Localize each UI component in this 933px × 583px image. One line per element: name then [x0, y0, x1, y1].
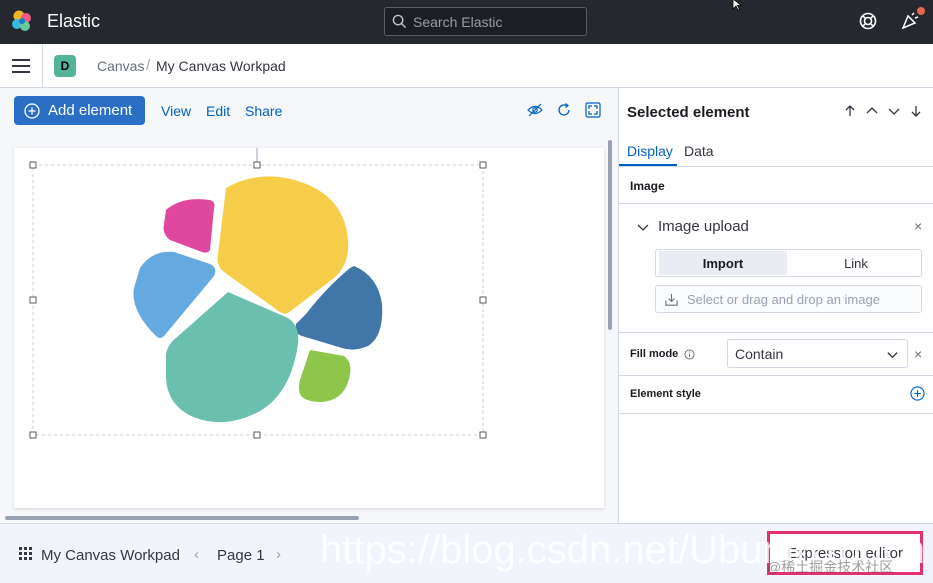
arrow-up-icon[interactable]: [843, 104, 857, 118]
help-icon[interactable]: [858, 11, 878, 31]
dropzone-text: Select or drag and drop an image: [687, 291, 880, 307]
canvas-toolbar: Add element View Edit Share: [0, 88, 618, 132]
fill-mode-label-wrap: Fill mode: [630, 348, 695, 360]
fill-mode-select[interactable]: Contain: [727, 339, 908, 368]
link-option[interactable]: Link: [792, 251, 920, 275]
sidebar-tabs: Display Data: [619, 138, 933, 167]
search-placeholder: Search Elastic: [413, 13, 503, 30]
breadcrumb-separator: /: [146, 57, 151, 74]
arrow-down-icon[interactable]: [909, 104, 923, 118]
fill-mode-label: Fill mode: [630, 348, 679, 360]
vertical-scrollbar[interactable]: [608, 140, 612, 330]
fullscreen-icon[interactable]: [585, 102, 601, 118]
news-feed-icon[interactable]: [900, 11, 920, 31]
workpad-name[interactable]: My Canvas Workpad: [41, 547, 180, 564]
notification-badge: [917, 7, 925, 15]
fill-mode-value: Contain: [735, 345, 784, 362]
layer-order-controls: [843, 104, 923, 118]
divider: [42, 44, 43, 88]
image-dropzone[interactable]: Select or drag and drop an image: [655, 285, 922, 313]
workpad-page[interactable]: [14, 148, 604, 508]
horizontal-scrollbar[interactable]: [5, 516, 359, 520]
edit-menu[interactable]: Edit: [206, 103, 230, 119]
refresh-icon[interactable]: [556, 102, 572, 118]
chevron-down-icon: [637, 224, 649, 231]
element-style-label: Element style: [630, 388, 701, 400]
top-header: Elastic Search Elastic: [0, 0, 933, 44]
import-option[interactable]: Import: [659, 251, 787, 275]
chevron-up-icon[interactable]: [865, 104, 879, 118]
previous-page-icon[interactable]: ‹: [194, 546, 199, 563]
image-upload-label: Image upload: [658, 218, 749, 235]
close-icon[interactable]: ×: [914, 346, 922, 362]
import-icon: [665, 293, 678, 306]
elastic-logo-icon[interactable]: [10, 9, 34, 33]
brand-name[interactable]: Elastic: [47, 11, 100, 32]
canvas-area: [0, 132, 618, 522]
chevron-down-icon: [887, 352, 898, 359]
breadcrumb-workpad: My Canvas Workpad: [156, 58, 286, 74]
page-label: Page 1: [217, 547, 265, 564]
mouse-cursor-icon: [732, 0, 743, 11]
image-section-header: Image: [619, 167, 933, 204]
search-icon: [392, 14, 407, 29]
info-icon[interactable]: [684, 348, 695, 360]
elastic-flower-image[interactable]: [14, 148, 604, 508]
next-page-icon[interactable]: ›: [276, 546, 281, 563]
chevron-down-icon[interactable]: [887, 104, 901, 118]
watermark-sub: @稀土掘金技术社区: [767, 559, 894, 575]
share-menu[interactable]: Share: [245, 103, 282, 119]
tab-data[interactable]: Data: [684, 143, 714, 159]
space-avatar[interactable]: D: [54, 55, 76, 77]
sidebar-panel: Selected element Display Data Image Imag…: [618, 88, 933, 523]
page-grid-icon[interactable]: [19, 547, 33, 561]
add-element-label: Add element: [48, 102, 133, 119]
breadcrumb-bar: D Canvas / My Canvas Workpad: [0, 44, 933, 88]
add-element-button[interactable]: Add element: [14, 96, 145, 125]
sidebar-title: Selected element: [627, 104, 750, 121]
menu-icon[interactable]: [12, 58, 30, 74]
close-icon[interactable]: ×: [914, 218, 922, 234]
eye-closed-icon[interactable]: [527, 102, 543, 118]
active-tab-indicator: [619, 164, 677, 166]
image-upload-toggle[interactable]: Image upload: [636, 218, 749, 235]
breadcrumb-canvas[interactable]: Canvas: [97, 58, 144, 74]
plus-circle-icon: [24, 102, 40, 119]
view-menu[interactable]: View: [161, 103, 191, 119]
plus-circle-icon[interactable]: [910, 386, 925, 401]
search-input[interactable]: Search Elastic: [384, 7, 587, 36]
image-section-label: Image: [630, 179, 665, 193]
tab-display[interactable]: Display: [627, 143, 673, 159]
upload-mode-toggle: Import Link: [655, 249, 922, 277]
